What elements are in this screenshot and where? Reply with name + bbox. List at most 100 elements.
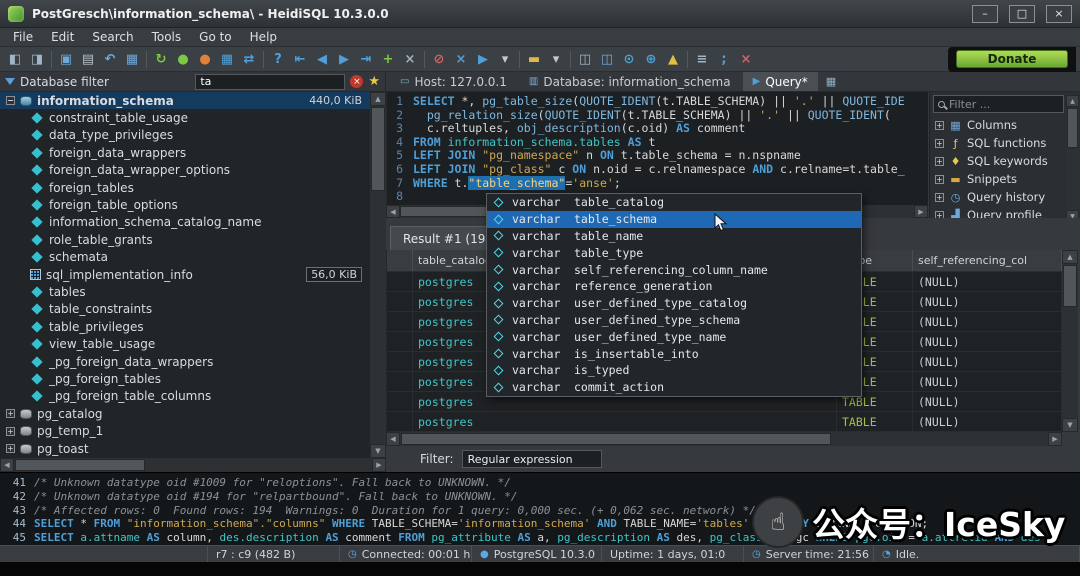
panel-item-sql-keywords[interactable]: +♦SQL keywords	[930, 152, 1080, 170]
tree-item-constraint-table-usage[interactable]: constraint_table_usage	[0, 109, 370, 126]
minimize-button[interactable]	[972, 5, 998, 23]
menu-file[interactable]: File	[4, 30, 42, 44]
autocomplete-item-user-defined-type-schema[interactable]: varcharuser_defined_type_schema	[487, 312, 861, 329]
tree-item--pg-foreign-table-columns[interactable]: _pg_foreign_table_columns	[0, 388, 370, 405]
tab-host[interactable]: ▭Host: 127.0.0.1	[390, 72, 517, 91]
scroll-left-icon[interactable]	[386, 432, 400, 446]
refresh-icon[interactable]: ↻	[150, 49, 172, 70]
menu-edit[interactable]: Edit	[42, 30, 83, 44]
autocomplete-item-is-insertable-into[interactable]: varcharis_insertable_into	[487, 345, 861, 362]
tree-item-tables[interactable]: tables	[0, 283, 370, 300]
helper-scrollbar[interactable]	[1066, 95, 1079, 222]
save-as-icon[interactable]: ◫	[596, 49, 618, 70]
tree-item-table-privileges[interactable]: table_privileges	[0, 318, 370, 335]
panel-item-sql-functions[interactable]: +ƒSQL functions	[930, 134, 1080, 152]
tree-item-foreign-tables[interactable]: foreign_tables	[0, 179, 370, 196]
last-row-icon[interactable]: ⇥	[355, 49, 377, 70]
panel-item-snippets[interactable]: +▬Snippets	[930, 170, 1080, 188]
scroll-right-icon[interactable]	[914, 205, 928, 218]
run-query-icon[interactable]: ▶	[472, 49, 494, 70]
clear-query-icon[interactable]: ×	[735, 49, 757, 70]
stop-icon[interactable]: ×	[450, 49, 472, 70]
paste-icon[interactable]: ▤	[77, 49, 99, 70]
autocomplete-item-user-defined-type-catalog[interactable]: varcharuser_defined_type_catalog	[487, 295, 861, 312]
minus-expander-icon[interactable]: −	[6, 96, 15, 105]
tree-item-sql-implementation-info[interactable]: sql_implementation_info56,0 KiB	[0, 266, 370, 283]
scroll-thumb[interactable]	[1063, 265, 1077, 307]
close-button[interactable]	[1046, 5, 1072, 23]
autocomplete-item-table-type[interactable]: varchartable_type	[487, 244, 861, 261]
plus-expander-icon[interactable]: +	[935, 139, 944, 148]
tree-item-view-table-usage[interactable]: view_table_usage	[0, 335, 370, 352]
autocomplete-item-self-referencing-column-name[interactable]: varcharself_referencing_column_name	[487, 261, 861, 278]
tab-query[interactable]: ▶Query*	[743, 72, 818, 91]
prev-row-icon[interactable]: ◀	[311, 49, 333, 70]
scroll-down-icon[interactable]	[1062, 418, 1078, 432]
sync-icon[interactable]: ⇄	[238, 49, 260, 70]
sql-editor[interactable]: 1SELECT *, pg_table_size(QUOTE_IDENT(t.T…	[386, 92, 928, 205]
plus-expander-icon[interactable]: +	[6, 427, 15, 436]
autocomplete-item-reference-generation[interactable]: varcharreference_generation	[487, 278, 861, 295]
tree-item-foreign-data-wrapper-options[interactable]: foreign_data_wrapper_options	[0, 162, 370, 179]
tree-item-foreign-table-options[interactable]: foreign_table_options	[0, 196, 370, 213]
plus-expander-icon[interactable]: +	[935, 157, 944, 166]
menu-go-to[interactable]: Go to	[190, 30, 241, 44]
autocomplete-item-commit-action[interactable]: varcharcommit_action	[487, 379, 861, 396]
tree-item-role-table-grants[interactable]: role_table_grants	[0, 231, 370, 248]
grid-filter-input[interactable]	[462, 450, 602, 468]
scroll-thumb[interactable]	[401, 433, 831, 445]
panel-item-query-history[interactable]: +◷Query history	[930, 188, 1080, 206]
table-filter-input[interactable]	[195, 74, 345, 90]
favorites-button[interactable]	[368, 74, 380, 89]
titlebar[interactable]: PostGresch\information_schema\ - HeidiSQ…	[0, 0, 1080, 28]
tab-database[interactable]: ▥Database: information_schema	[519, 72, 741, 91]
tree-item-foreign-data-wrappers[interactable]: foreign_data_wrappers	[0, 144, 370, 161]
charset-icon[interactable]: ▲	[662, 49, 684, 70]
helper-filter[interactable]	[933, 95, 1064, 113]
undo-icon[interactable]: ↶	[99, 49, 121, 70]
scroll-left-icon[interactable]	[0, 458, 14, 472]
table-row[interactable]: postgresTABLE(NULL)	[387, 412, 1062, 432]
blob-viewer-icon[interactable]: ▦	[121, 49, 143, 70]
database-objects-icon[interactable]: ▦	[216, 49, 238, 70]
open-file-icon[interactable]: ▬	[523, 49, 545, 70]
autocomplete-item-table-schema[interactable]: varchartable_schema	[487, 211, 861, 228]
session-manager-icon[interactable]: ◧	[4, 49, 26, 70]
copy-icon[interactable]: ▣	[55, 49, 77, 70]
autocomplete-item-is-typed[interactable]: varcharis_typed	[487, 362, 861, 379]
tree-item-data-type-privileges[interactable]: data_type_privileges	[0, 127, 370, 144]
disconnect-icon[interactable]: ●	[194, 49, 216, 70]
menu-help[interactable]: Help	[241, 30, 286, 44]
new-query-tab-button[interactable]: ▦	[820, 72, 842, 91]
delete-row-icon[interactable]: ×	[399, 49, 421, 70]
autocomplete-item-user-defined-type-name[interactable]: varcharuser_defined_type_name	[487, 328, 861, 345]
find-replace-icon[interactable]: ⊕	[640, 49, 662, 70]
plus-expander-icon[interactable]: +	[935, 175, 944, 184]
save-icon[interactable]: ◫	[574, 49, 596, 70]
tree-item-information-schema-catalog-name[interactable]: information_schema_catalog_name	[0, 214, 370, 231]
scroll-up-icon[interactable]	[1062, 250, 1078, 264]
panel-item-columns[interactable]: +▦Columns	[930, 116, 1080, 134]
session-edit-icon[interactable]: ◨	[26, 49, 48, 70]
tree-item-pg-temp-1[interactable]: +pg_temp_1	[0, 422, 370, 439]
autocomplete-item-table-catalog[interactable]: varchartable_catalog	[487, 194, 861, 211]
connect-icon[interactable]: ●	[172, 49, 194, 70]
autocomplete-item-table-name[interactable]: varchartable_name	[487, 228, 861, 245]
reformat-icon[interactable]: ≡	[691, 49, 713, 70]
scroll-thumb[interactable]	[1067, 108, 1078, 148]
help-icon[interactable]: ?	[267, 49, 289, 70]
abort-icon[interactable]: ⊘	[428, 49, 450, 70]
menu-tools[interactable]: Tools	[143, 30, 191, 44]
tree-horizontal-scrollbar[interactable]	[0, 458, 386, 472]
tree-item-pg-catalog[interactable]: +pg_catalog	[0, 405, 370, 422]
first-row-icon[interactable]: ⇤	[289, 49, 311, 70]
helper-filter-input[interactable]	[949, 98, 1059, 111]
insert-row-icon[interactable]: +	[377, 49, 399, 70]
scroll-up-icon[interactable]	[1066, 95, 1079, 107]
donate-button[interactable]: Donate	[956, 50, 1068, 68]
scroll-left-icon[interactable]	[386, 205, 400, 218]
tree-item-pg-toast[interactable]: +pg_toast	[0, 440, 370, 457]
tree-item-schemata[interactable]: schemata	[0, 249, 370, 266]
find-icon[interactable]: ⊙	[618, 49, 640, 70]
menu-search[interactable]: Search	[83, 30, 142, 44]
